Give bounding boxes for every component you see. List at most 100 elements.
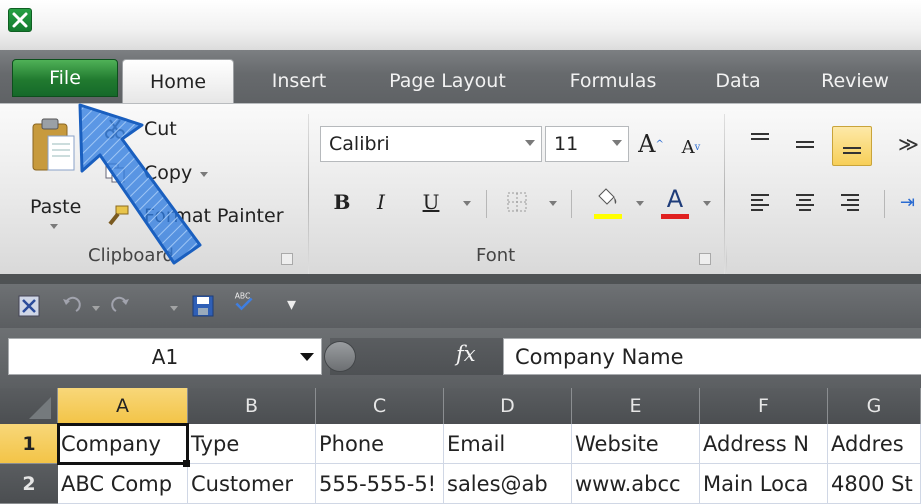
paste-button[interactable]: Paste — [24, 114, 84, 229]
shrink-font-button[interactable]: Av — [676, 132, 706, 162]
spelling-icon[interactable]: ABC — [233, 290, 255, 312]
tab-home[interactable]: Home — [122, 59, 234, 104]
name-box[interactable]: A1 — [8, 338, 322, 375]
align-bottom-button[interactable] — [832, 126, 872, 166]
cell-c2[interactable]: 555-555-5! — [316, 464, 444, 504]
tab-data[interactable]: Data — [710, 59, 766, 103]
font-name-value: Calibri — [329, 133, 390, 155]
group-divider — [308, 114, 309, 274]
borders-button[interactable] — [502, 187, 532, 217]
font-group-label: Font — [476, 245, 516, 266]
excel-small-icon[interactable] — [18, 295, 40, 317]
row-header-2[interactable]: 2 — [0, 464, 58, 504]
font-color-button[interactable]: A — [660, 184, 690, 214]
cut-button[interactable]: Cut — [104, 118, 177, 140]
cell-f2[interactable]: Main Loca — [700, 464, 828, 504]
brush-icon — [108, 205, 129, 226]
select-all-button[interactable] — [0, 388, 58, 424]
tab-file[interactable]: File — [12, 59, 118, 97]
column-header-d[interactable]: D — [444, 388, 572, 424]
title-bar — [0, 0, 921, 50]
align-left-button[interactable] — [745, 187, 775, 217]
fill-color-button[interactable] — [592, 184, 622, 214]
cell-e1[interactable]: Website — [572, 424, 700, 464]
group-divider — [884, 190, 885, 218]
borders-dropdown-icon[interactable] — [549, 201, 557, 206]
chevron-down-icon — [525, 140, 535, 146]
fill-handle[interactable] — [183, 460, 190, 467]
tab-review[interactable]: Review — [815, 59, 895, 103]
font-name-select[interactable]: Calibri — [320, 126, 542, 162]
tab-formulas[interactable]: Formulas — [563, 59, 663, 103]
tab-page-layout[interactable]: Page Layout — [380, 59, 515, 103]
bold-button[interactable]: B — [327, 187, 357, 217]
paste-label: Paste — [30, 196, 82, 218]
paste-dropdown-icon[interactable] — [50, 224, 58, 229]
borders-icon — [507, 192, 527, 212]
align-top-button[interactable] — [745, 126, 775, 156]
cell-a1[interactable]: Company — [57, 423, 189, 465]
align-top-icon — [751, 133, 769, 140]
underline-dropdown-icon[interactable] — [463, 201, 471, 206]
clipboard-group-label: Clipboard — [88, 245, 174, 266]
cell-b2[interactable]: Customer — [188, 464, 316, 504]
shrink-font-icon: A — [681, 136, 695, 158]
column-header-b[interactable]: B — [188, 388, 316, 424]
column-header-g[interactable]: G — [828, 388, 921, 424]
chevron-down-icon[interactable] — [300, 353, 314, 361]
align-center-button[interactable] — [790, 187, 820, 217]
cell-a2[interactable]: ABC Comp — [58, 464, 188, 504]
orientation-icon[interactable]: ≫ — [898, 132, 919, 156]
grow-font-button[interactable]: A ^ — [636, 129, 666, 159]
cell-c1[interactable]: Phone — [316, 424, 444, 464]
italic-button[interactable]: I — [366, 187, 396, 217]
font-launcher-icon[interactable] — [699, 253, 711, 265]
copy-button[interactable]: Copy — [104, 162, 209, 184]
undo-dropdown-icon[interactable] — [92, 306, 100, 311]
column-header-c[interactable]: C — [316, 388, 444, 424]
copy-dropdown-icon[interactable] — [200, 171, 209, 177]
cell-f1[interactable]: Address N — [700, 424, 828, 464]
fill-color-swatch — [594, 214, 622, 219]
underline-button[interactable]: U — [416, 187, 446, 217]
formula-input[interactable]: Company Name — [503, 338, 921, 375]
tab-insert[interactable]: Insert — [264, 59, 334, 103]
worksheet-grid: A B C D E F G 1 2 Company Type Phone Ema… — [0, 388, 921, 504]
select-all-icon — [29, 397, 51, 419]
indent-icon[interactable]: ⇥ — [900, 192, 920, 214]
font-color-dropdown-icon[interactable] — [703, 201, 711, 206]
redo-icon[interactable] — [110, 295, 132, 317]
copy-icon — [105, 163, 125, 183]
format-painter-button[interactable]: Format Painter — [104, 204, 284, 228]
ribbon-bottom-border — [0, 274, 921, 284]
column-header-f[interactable]: F — [700, 388, 828, 424]
cell-b1[interactable]: Type — [188, 424, 316, 464]
save-icon[interactable] — [192, 295, 214, 317]
column-header-a[interactable]: A — [58, 388, 188, 424]
cell-d1[interactable]: Email — [444, 424, 572, 464]
align-right-button[interactable] — [835, 187, 865, 217]
format-painter-label: Format Painter — [144, 205, 284, 227]
caret-up-icon: ^ — [655, 138, 664, 150]
excel-window: File Home Insert Page Layout Formulas Da… — [0, 0, 921, 504]
ribbon-tab-bar: File Home Insert Page Layout Formulas Da… — [0, 50, 921, 104]
excel-icon[interactable] — [8, 8, 32, 32]
clipboard-launcher-icon[interactable] — [281, 253, 293, 265]
customize-icon[interactable]: ▾ — [287, 294, 296, 315]
expand-handle-icon[interactable] — [324, 341, 356, 372]
align-middle-button[interactable] — [790, 129, 820, 159]
font-size-select[interactable]: 11 — [545, 126, 629, 162]
column-header-e[interactable]: E — [572, 388, 700, 424]
redo-dropdown-icon[interactable] — [170, 306, 178, 311]
fx-icon[interactable]: fx — [456, 342, 476, 366]
cell-g1[interactable]: Addres — [828, 424, 921, 464]
cell-e2[interactable]: www.abcc — [572, 464, 700, 504]
cell-g2[interactable]: 4800 St — [828, 464, 921, 504]
align-center-icon — [796, 194, 814, 211]
fill-color-dropdown-icon[interactable] — [636, 201, 644, 206]
undo-icon[interactable] — [60, 295, 82, 317]
paint-bucket-icon — [598, 188, 617, 205]
align-middle-icon — [796, 141, 814, 148]
row-header-1[interactable]: 1 — [0, 424, 58, 464]
cell-d2[interactable]: sales@ab — [444, 464, 572, 504]
